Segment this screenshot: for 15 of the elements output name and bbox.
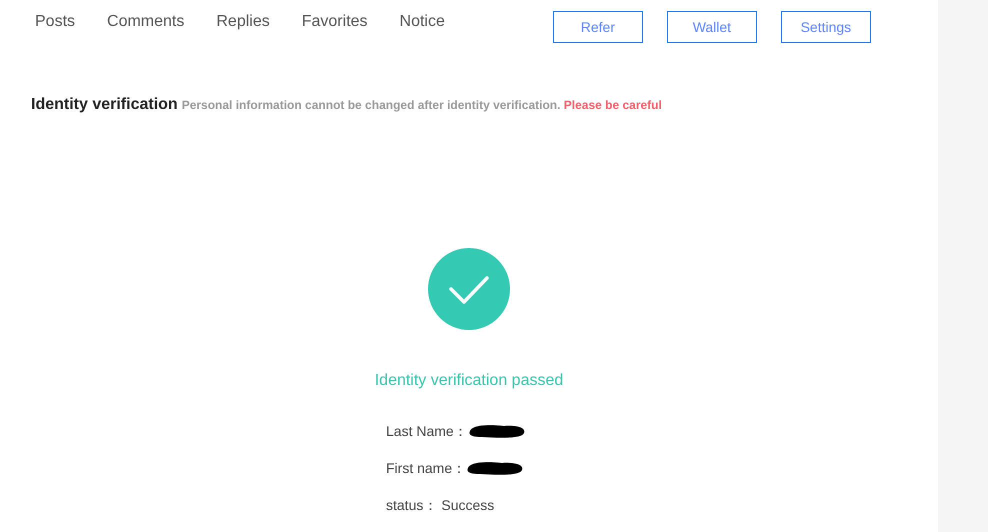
nav-tab[interactable]: Comments — [107, 12, 184, 32]
nav-tab[interactable]: Posts — [35, 12, 76, 32]
field-value: Success — [441, 496, 494, 514]
field-label: Last Name： — [386, 422, 468, 440]
section-title: Identity verification — [31, 95, 178, 115]
section-note: Personal information cannot be changed after identity verification. Please be careful — [182, 97, 662, 114]
redaction-mark — [466, 459, 524, 477]
nav-tab[interactable]: Favorites — [302, 12, 368, 32]
field-label: status： — [386, 496, 438, 514]
field-label: First name： — [386, 458, 466, 478]
check-icon — [427, 247, 511, 331]
redaction-mark — [468, 422, 526, 440]
nav-tab[interactable]: Replies — [216, 12, 270, 32]
success-message: Identity verification passed — [374, 371, 564, 391]
nav-tab[interactable]: Notice — [400, 12, 445, 32]
